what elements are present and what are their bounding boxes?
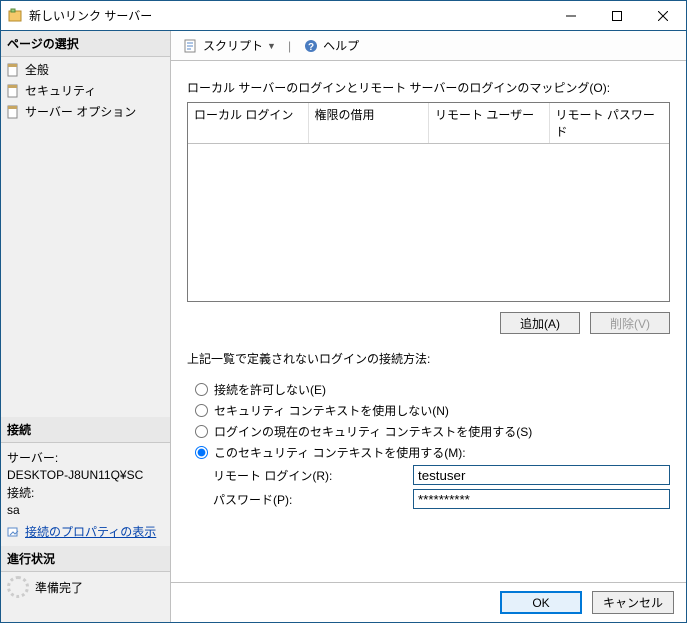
dropdown-arrow-icon: ▼	[267, 41, 276, 51]
app-icon	[7, 8, 23, 24]
dialog-body: ページの選択 全般 セキュリティ サーバー オプション 接続 サーバー:	[1, 31, 686, 622]
maximize-button[interactable]	[594, 1, 640, 30]
connection-properties-link[interactable]: 接続のプロパティの表示	[25, 523, 156, 540]
delete-button[interactable]: 削除(V)	[590, 312, 670, 334]
grid-header-remote-user: リモート ユーザー	[429, 103, 550, 143]
page-icon	[5, 62, 21, 78]
content-area: ローカル サーバーのログインとリモート サーバーのログインのマッピング(O): …	[171, 61, 686, 582]
main-panel: スクリプト ▼ | ? ヘルプ ローカル サーバーのログインとリモート サーバー…	[171, 31, 686, 622]
server-label: サーバー:	[7, 449, 164, 466]
toolbar-separator: |	[288, 39, 291, 53]
radio-not-allowed-input[interactable]	[195, 383, 208, 396]
cancel-button[interactable]: キャンセル	[592, 591, 674, 614]
grid-header-remote-password: リモート パスワード	[550, 103, 670, 143]
password-label: パスワード(P):	[213, 491, 413, 508]
sidebar: ページの選択 全般 セキュリティ サーバー オプション 接続 サーバー:	[1, 31, 171, 622]
grid-header-impersonate: 権限の借用	[309, 103, 430, 143]
sidebar-item-general[interactable]: 全般	[1, 59, 170, 80]
grid-buttons: 追加(A) 削除(V)	[187, 312, 670, 334]
add-button[interactable]: 追加(A)	[500, 312, 580, 334]
password-row: パスワード(P):	[213, 489, 670, 509]
script-button[interactable]: スクリプト ▼	[179, 35, 280, 56]
radio-current-security-context-input[interactable]	[195, 425, 208, 438]
grid-header-local-login: ローカル ログイン	[188, 103, 309, 143]
help-button[interactable]: ? ヘルプ	[299, 35, 363, 56]
mapping-label: ローカル サーバーのログインとリモート サーバーのログインのマッピング(O):	[187, 79, 670, 96]
window-title: 新しいリンク サーバー	[29, 7, 548, 24]
help-icon: ?	[303, 38, 319, 54]
progress-block: 準備完了	[1, 572, 170, 602]
sidebar-item-server-options[interactable]: サーバー オプション	[1, 101, 170, 122]
svg-text:?: ?	[308, 42, 314, 53]
connection-value: sa	[7, 503, 164, 517]
connection-heading: 接続	[1, 417, 170, 443]
ok-button[interactable]: OK	[500, 591, 582, 614]
titlebar: 新しいリンク サーバー	[1, 1, 686, 31]
sidebar-item-security[interactable]: セキュリティ	[1, 80, 170, 101]
sidebar-item-label: 全般	[25, 61, 49, 78]
page-list: 全般 セキュリティ サーバー オプション	[1, 57, 170, 124]
server-value: DESKTOP-J8UN11Q¥SC	[7, 468, 164, 482]
dialog-footer: OK キャンセル	[171, 582, 686, 622]
radio-not-allowed[interactable]: 接続を許可しない(E)	[195, 381, 670, 398]
close-button[interactable]	[640, 1, 686, 30]
grid-header-row: ローカル ログイン 権限の借用 リモート ユーザー リモート パスワード	[188, 103, 669, 144]
radio-label: このセキュリティ コンテキストを使用する(M):	[214, 444, 466, 461]
radio-this-security-context-input[interactable]	[195, 446, 208, 459]
progress-heading: 進行状況	[1, 546, 170, 572]
login-mapping-grid[interactable]: ローカル ログイン 権限の借用 リモート ユーザー リモート パスワード	[187, 102, 670, 302]
sidebar-item-label: サーバー オプション	[25, 103, 136, 120]
radio-label: ログインの現在のセキュリティ コンテキストを使用する(S)	[214, 423, 532, 440]
login-method-radio-group: 接続を許可しない(E) セキュリティ コンテキストを使用しない(N) ログインの…	[195, 377, 670, 513]
link-icon	[7, 525, 21, 539]
connection-info: サーバー: DESKTOP-J8UN11Q¥SC 接続: sa 接続のプロパティ…	[1, 443, 170, 546]
toolbar: スクリプト ▼ | ? ヘルプ	[171, 31, 686, 61]
help-label: ヘルプ	[323, 37, 359, 54]
script-icon	[183, 38, 199, 54]
minimize-button[interactable]	[548, 1, 594, 30]
remote-login-label: リモート ログイン(R):	[213, 467, 413, 484]
radio-label: セキュリティ コンテキストを使用しない(N)	[214, 402, 449, 419]
progress-status: 準備完了	[35, 579, 83, 596]
remote-login-row: リモート ログイン(R):	[213, 465, 670, 485]
radio-no-security-context-input[interactable]	[195, 404, 208, 417]
password-input[interactable]	[413, 489, 670, 509]
remote-login-input[interactable]	[413, 465, 670, 485]
undefined-login-label: 上記一覧で定義されないログインの接続方法:	[187, 350, 670, 367]
radio-no-security-context[interactable]: セキュリティ コンテキストを使用しない(N)	[195, 402, 670, 419]
script-label: スクリプト	[203, 37, 263, 54]
window-controls	[548, 1, 686, 30]
radio-current-security-context[interactable]: ログインの現在のセキュリティ コンテキストを使用する(S)	[195, 423, 670, 440]
page-icon	[5, 83, 21, 99]
connection-label: 接続:	[7, 484, 164, 501]
progress-spinner-icon	[7, 576, 29, 598]
page-select-heading: ページの選択	[1, 31, 170, 57]
dialog-window: 新しいリンク サーバー ページの選択 全般 セキュリ	[0, 0, 687, 623]
radio-this-security-context[interactable]: このセキュリティ コンテキストを使用する(M):	[195, 444, 670, 461]
sidebar-item-label: セキュリティ	[25, 82, 96, 99]
page-icon	[5, 104, 21, 120]
radio-label: 接続を許可しない(E)	[214, 381, 326, 398]
